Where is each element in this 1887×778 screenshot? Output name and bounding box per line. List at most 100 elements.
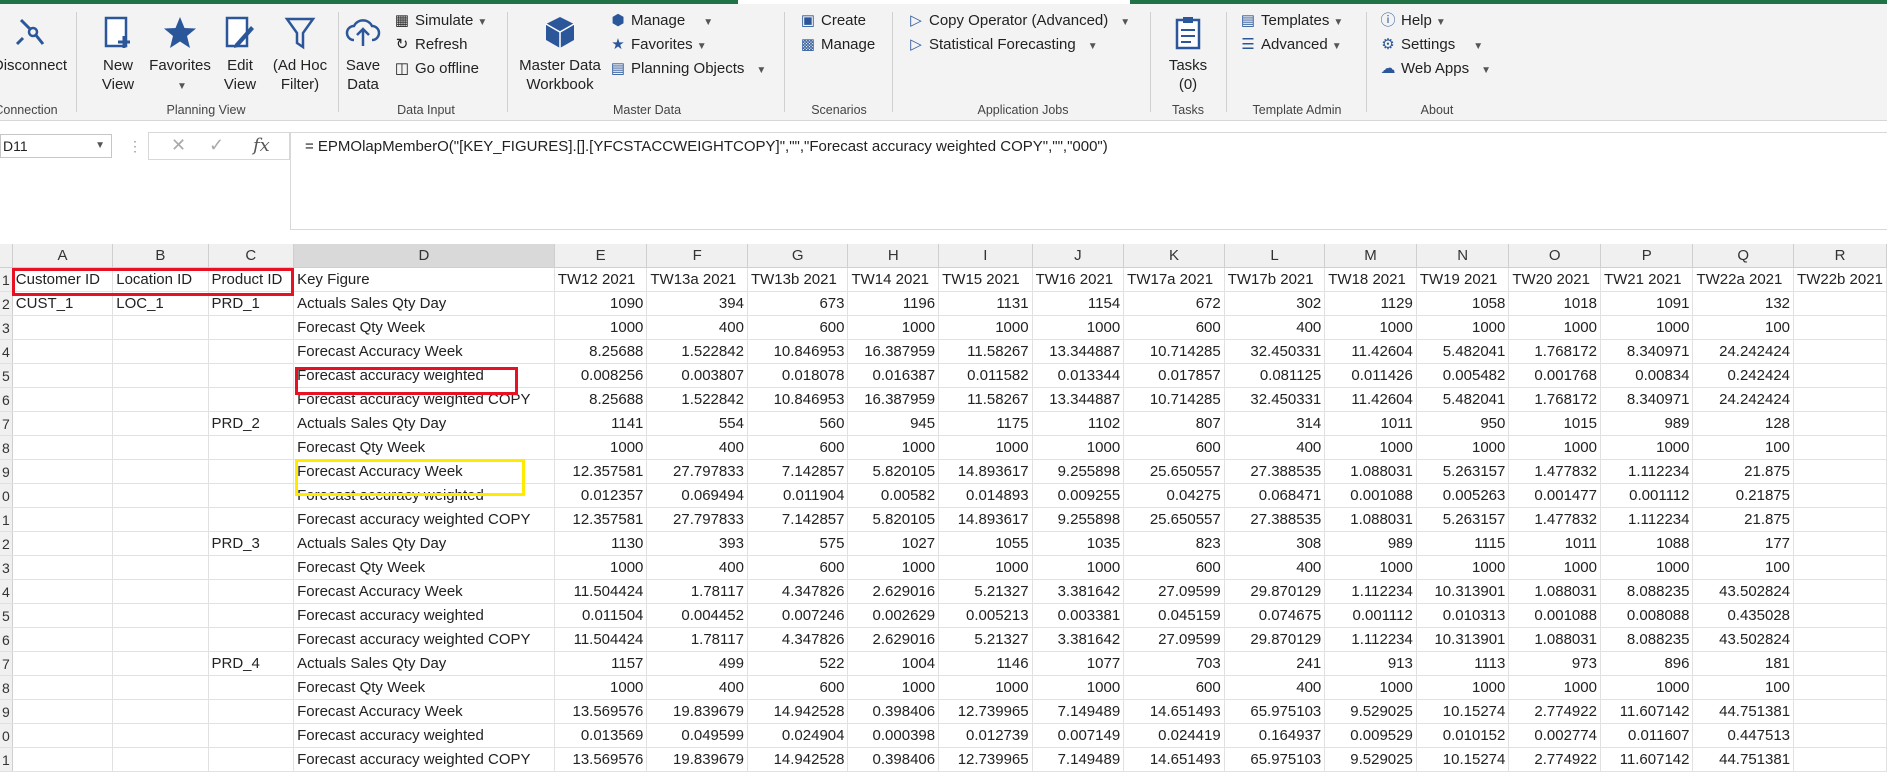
cell[interactable]	[112, 555, 209, 580]
column-title-cell[interactable]: TW20 2021	[1508, 267, 1601, 292]
cell[interactable]: 3.381642	[1032, 579, 1125, 604]
cell[interactable]: 1115	[1416, 531, 1510, 556]
cell[interactable]: Forecast accuracy weighted COPY	[293, 627, 555, 652]
cell[interactable]: 989	[1600, 411, 1694, 436]
cell[interactable]: Forecast accuracy weighted	[293, 363, 555, 388]
cell[interactable]: 0.002774	[1508, 723, 1601, 748]
cell[interactable]: 1000	[938, 675, 1033, 700]
cell[interactable]: 7.142857	[747, 459, 849, 484]
column-title-cell[interactable]: TW22b 2021	[1793, 267, 1887, 292]
cell[interactable]	[12, 315, 114, 340]
cell[interactable]	[208, 747, 295, 772]
cell[interactable]: 1090	[554, 291, 648, 316]
cell[interactable]: Forecast Qty Week	[293, 675, 555, 700]
column-header-c[interactable]: C	[208, 244, 295, 268]
cell[interactable]: Actuals Sales Qty Day	[293, 531, 555, 556]
column-title-cell[interactable]: TW21 2021	[1600, 267, 1694, 292]
manage-master-data-button[interactable]: ⬢ Manage ▼	[608, 10, 713, 32]
adhoc-filter-button[interactable]: (Ad Hoc Filter)	[260, 10, 340, 94]
cell[interactable]	[208, 435, 295, 460]
cell[interactable]: 1.112234	[1600, 507, 1694, 532]
cell[interactable]	[1793, 531, 1887, 556]
cell[interactable]: 241	[1224, 651, 1326, 676]
cell[interactable]: Forecast Accuracy Week	[293, 459, 555, 484]
cell[interactable]: 0.024904	[747, 723, 849, 748]
cell[interactable]: 1058	[1416, 291, 1510, 316]
cell[interactable]	[12, 531, 114, 556]
row-header[interactable]: 2	[0, 531, 13, 556]
cell[interactable]: 10.15274	[1416, 699, 1510, 724]
cell[interactable]: 5.263157	[1416, 507, 1510, 532]
cell[interactable]: 1129	[1324, 291, 1417, 316]
cell[interactable]	[12, 651, 114, 676]
cell[interactable]: 0.001088	[1324, 483, 1417, 508]
column-header-d[interactable]: D	[293, 244, 555, 268]
cell[interactable]: 8.25688	[554, 339, 648, 364]
cell[interactable]: 12.739965	[938, 747, 1033, 772]
cell[interactable]: 2.629016	[847, 579, 940, 604]
cell[interactable]: 1.768172	[1508, 387, 1601, 412]
cell[interactable]: 0.024419	[1123, 723, 1225, 748]
cell[interactable]: 0.009255	[1032, 483, 1125, 508]
cell[interactable]	[208, 315, 295, 340]
cell[interactable]: Actuals Sales Qty Day	[293, 651, 555, 676]
cell[interactable]: 11.504424	[554, 627, 648, 652]
cell[interactable]	[208, 459, 295, 484]
cell[interactable]: 0.007149	[1032, 723, 1125, 748]
cell[interactable]: PRD_3	[208, 531, 295, 556]
cell[interactable]: CUST_1	[12, 291, 114, 316]
cell[interactable]	[112, 411, 209, 436]
column-title-cell[interactable]: TW15 2021	[938, 267, 1033, 292]
cell[interactable]: 27.09599	[1123, 579, 1225, 604]
cell[interactable]: 1.78117	[646, 627, 748, 652]
cell[interactable]	[12, 675, 114, 700]
cell[interactable]: 2.774922	[1508, 747, 1601, 772]
cell[interactable]	[208, 603, 295, 628]
cell[interactable]: 1196	[847, 291, 940, 316]
cell[interactable]	[208, 675, 295, 700]
cell[interactable]: 1141	[554, 411, 648, 436]
cell[interactable]: 1146	[938, 651, 1033, 676]
cell[interactable]: 600	[1123, 675, 1225, 700]
cell[interactable]: Forecast accuracy weighted COPY	[293, 507, 555, 532]
column-header-i[interactable]: I	[938, 244, 1033, 268]
cell[interactable]: 12.357581	[554, 507, 648, 532]
row-header[interactable]: 5	[0, 603, 13, 628]
cell[interactable]: 2.629016	[847, 627, 940, 652]
cell[interactable]: 0.04275	[1123, 483, 1225, 508]
column-title-cell[interactable]: TW18 2021	[1324, 267, 1417, 292]
cell[interactable]	[208, 627, 295, 652]
cell[interactable]: 0.010152	[1416, 723, 1510, 748]
cell[interactable]	[112, 675, 209, 700]
cell[interactable]: 25.650557	[1123, 507, 1225, 532]
cell[interactable]: 896	[1600, 651, 1694, 676]
cell[interactable]: 0.013344	[1032, 363, 1125, 388]
cell[interactable]: 0.011504	[554, 603, 648, 628]
cell[interactable]: 44.751381	[1692, 699, 1795, 724]
cell[interactable]: 2.774922	[1508, 699, 1601, 724]
cell[interactable]	[12, 627, 114, 652]
cell[interactable]: 1.112234	[1600, 459, 1694, 484]
cell[interactable]: 10.15274	[1416, 747, 1510, 772]
cell[interactable]: 1.477832	[1508, 507, 1601, 532]
cell[interactable]: 5.820105	[847, 507, 940, 532]
cell[interactable]: 5.21327	[938, 579, 1033, 604]
cell[interactable]: 10.313901	[1416, 579, 1510, 604]
cell[interactable]: 16.387959	[847, 387, 940, 412]
cell[interactable]	[112, 483, 209, 508]
cell[interactable]: 100	[1692, 675, 1795, 700]
cell[interactable]: 0.008256	[554, 363, 648, 388]
cell[interactable]: 13.344887	[1032, 339, 1125, 364]
row-header[interactable]: 4	[0, 579, 13, 604]
column-title-cell[interactable]: Key Figure	[293, 267, 555, 292]
cell[interactable]: 8.088235	[1600, 627, 1694, 652]
cell[interactable]: 1027	[847, 531, 940, 556]
cell[interactable]	[112, 435, 209, 460]
row-header[interactable]: 1	[0, 267, 13, 292]
cell[interactable]: 11.607142	[1600, 699, 1694, 724]
cell[interactable]	[12, 747, 114, 772]
cell[interactable]: 27.388535	[1224, 459, 1326, 484]
select-all-corner[interactable]	[0, 244, 13, 268]
column-title-cell[interactable]: TW13b 2021	[747, 267, 849, 292]
cell[interactable]: 0.001088	[1508, 603, 1601, 628]
